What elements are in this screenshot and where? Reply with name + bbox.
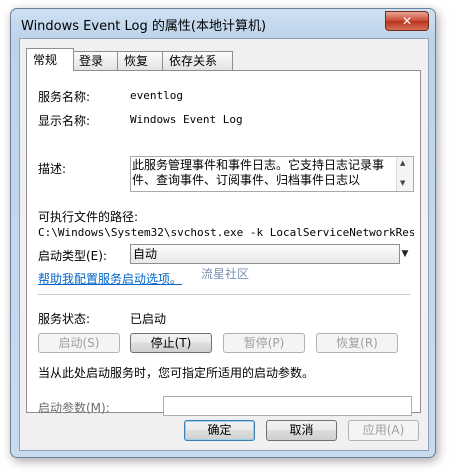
description-text: 此服务管理事件和事件日志。它支持日志记录事件、查询事件、订阅事件、归档事件日志以 [132, 158, 385, 187]
tab-logon[interactable]: 登录 [72, 51, 118, 70]
tab-label: 常规 [33, 53, 58, 67]
display-name-label: 显示名称: [38, 114, 91, 128]
service-status-value: 已启动 [130, 312, 167, 326]
title-bar[interactable]: Windows Event Log 的属性(本地计算机) ✕ [11, 9, 435, 37]
cancel-button[interactable]: 取消 [266, 420, 337, 441]
help-link[interactable]: 帮助我配置服务启动选项。 [38, 270, 182, 287]
close-icon: ✕ [401, 14, 413, 28]
window-title: Windows Event Log 的属性(本地计算机) [21, 19, 267, 34]
pause-button[interactable]: 暂停(P) [223, 333, 305, 353]
exe-path-value: C:\Windows\System32\svchost.exe -k Local… [38, 226, 414, 239]
description-scrollbar[interactable]: ▲ ▼ [396, 157, 413, 191]
tab-recovery[interactable]: 恢复 [117, 51, 163, 70]
apply-button[interactable]: 应用(A) [348, 420, 419, 441]
scroll-down-icon[interactable]: ▼ [400, 179, 405, 187]
start-params-hint: 当从此处启动服务时，您可指定所适用的启动参数。 [38, 366, 315, 380]
tab-general[interactable]: 常规 [26, 48, 74, 71]
start-params-label: 启动参数(M): [38, 401, 110, 415]
description-label: 描述: [38, 162, 67, 176]
tab-label: 登录 [79, 54, 104, 68]
startup-type-label: 启动类型(E): [38, 249, 107, 263]
cancel-button-label: 取消 [289, 423, 314, 437]
pause-button-label: 暂停(P) [243, 336, 285, 350]
resume-button-label: 恢复(R) [336, 336, 378, 350]
startup-type-select[interactable]: 自动 [130, 244, 400, 264]
service-name-value: eventlog [130, 89, 183, 102]
close-button[interactable]: ✕ [385, 11, 429, 31]
exe-path-label: 可执行文件的路径: [38, 210, 139, 224]
properties-window: Windows Event Log 的属性(本地计算机) ✕ 常规 登录 恢复 … [10, 8, 436, 458]
tab-label: 依存关系 [169, 54, 218, 68]
apply-button-label: 应用(A) [362, 423, 405, 437]
start-button[interactable]: 启动(S) [38, 333, 120, 353]
tab-dependencies[interactable]: 依存关系 [162, 51, 233, 70]
chevron-down-icon[interactable]: ▼ [398, 245, 412, 263]
ok-button[interactable]: 确定 [184, 420, 255, 441]
general-panel: 服务名称: eventlog 显示名称: Windows Event Log 描… [26, 70, 421, 416]
service-status-label: 服务状态: [38, 312, 91, 326]
start-button-label: 启动(S) [58, 336, 100, 350]
display-name-value: Windows Event Log [130, 113, 243, 126]
start-params-input[interactable] [163, 396, 412, 416]
divider [38, 294, 410, 295]
dialog-client: 常规 登录 恢复 依存关系 服务名称: eventlog 显示名称: Windo… [19, 38, 429, 451]
service-name-label: 服务名称: [38, 90, 91, 104]
scroll-up-icon[interactable]: ▲ [400, 159, 405, 167]
tab-label: 恢复 [124, 54, 149, 68]
stop-button-label: 停止(T) [150, 336, 192, 350]
ok-button-label: 确定 [207, 423, 232, 437]
description-box[interactable]: 此服务管理事件和事件日志。它支持日志记录事件、查询事件、订阅事件、归档事件日志以… [130, 156, 414, 192]
startup-type-value: 自动 [133, 247, 158, 261]
resume-button[interactable]: 恢复(R) [316, 333, 398, 353]
stop-button[interactable]: 停止(T) [130, 333, 212, 353]
watermark: 流星社区 [201, 267, 250, 281]
